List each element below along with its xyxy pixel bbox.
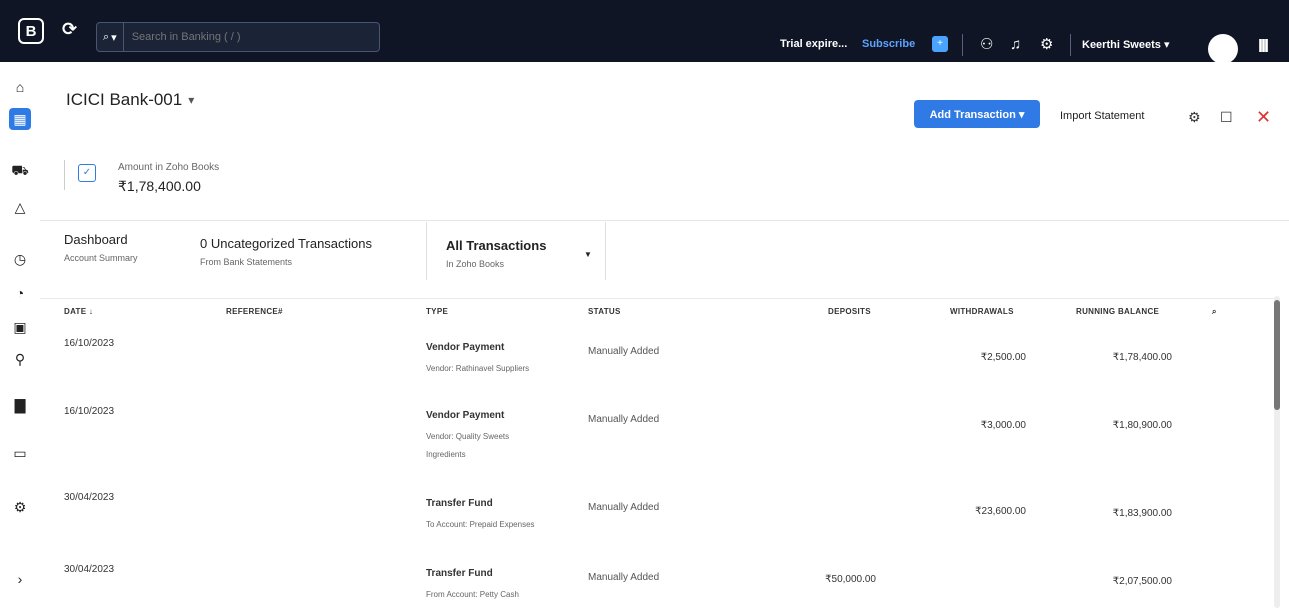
quick-create-icon[interactable]: + xyxy=(932,36,948,52)
col-withdrawals[interactable]: WITHDRAWALS xyxy=(950,307,1014,316)
row-type[interactable]: Transfer Fund xyxy=(426,568,493,579)
home-icon[interactable]: ⌂ xyxy=(9,76,31,98)
col-running-balance[interactable]: RUNNING BALANCE xyxy=(1076,307,1159,316)
row-type[interactable]: Transfer Fund xyxy=(426,498,493,509)
gear-icon[interactable]: ⚙ xyxy=(1040,37,1053,53)
bank-icon[interactable]: ▦ xyxy=(9,108,31,130)
tab-label: Dashboard xyxy=(64,232,128,247)
row-date: 16/10/2023 xyxy=(64,338,115,349)
top-bar: B ⟳ ⌕ ▾ Trial expire... Subscribe + ⚇ ♫ … xyxy=(0,0,1289,64)
apps-grid-icon[interactable]: III xyxy=(1258,36,1269,57)
search-icon[interactable]: ⌕ xyxy=(1212,307,1217,317)
row-sub: To Account: Prepaid Expenses xyxy=(426,520,535,529)
purchases-icon[interactable]: △ xyxy=(9,196,31,218)
scrollbar-thumb[interactable] xyxy=(1274,300,1280,410)
row-withdrawal: ₹3,000.00 xyxy=(980,420,1026,431)
org-name: Keerthi Sweets xyxy=(1082,39,1161,51)
row-type[interactable]: Vendor Payment xyxy=(426,342,504,353)
app-logo[interactable]: B xyxy=(18,18,44,44)
row-balance: ₹1,78,400.00 xyxy=(1112,352,1172,363)
divider xyxy=(40,220,1289,221)
row-withdrawal: ₹2,500.00 xyxy=(980,352,1026,363)
tab-label: 0 Uncategorized Transactions xyxy=(200,236,372,251)
row-sub: Vendor: Quality Sweets xyxy=(426,432,510,441)
search-filter[interactable]: ⌕ ▾ xyxy=(97,23,124,51)
accountant-icon[interactable]: ◔ xyxy=(9,282,31,304)
row-date: 30/04/2023 xyxy=(64,492,115,503)
row-sub: From Account: Petty Cash xyxy=(426,590,519,599)
time-icon[interactable]: ◷ xyxy=(9,248,31,270)
chevron-down-icon[interactable]: ▼ xyxy=(584,250,592,259)
folder-icon[interactable]: ▭ xyxy=(9,442,31,464)
divider xyxy=(1070,34,1071,56)
tab-label: All Transactions xyxy=(446,238,547,253)
account-switcher[interactable]: ICICI Bank-001 ▾ xyxy=(66,90,194,110)
col-reference[interactable]: REFERENCE# xyxy=(226,307,283,316)
left-rail: ⌂ ▦ ⛟ △ ◷ ◔ ▣ ⚲ ▇ ▭ ⚙ › xyxy=(0,62,40,608)
row-balance: ₹2,07,500.00 xyxy=(1112,576,1172,587)
documents-icon[interactable]: ▣ xyxy=(9,316,31,338)
col-deposits[interactable]: DEPOSITS xyxy=(828,307,871,316)
col-date-label: DATE xyxy=(64,307,87,316)
chevron-right-icon[interactable]: › xyxy=(9,568,31,590)
users-icon[interactable]: ⚇ xyxy=(980,37,993,53)
reports-icon[interactable]: ▇ xyxy=(9,394,31,416)
row-date: 30/04/2023 xyxy=(64,564,115,575)
expand-icon[interactable]: ☐ xyxy=(1220,109,1233,126)
tab-sub: In Zoho Books xyxy=(446,259,505,269)
cart-icon[interactable]: ⛟ xyxy=(9,160,31,182)
org-switcher[interactable]: Keerthi Sweets ▾ xyxy=(1082,38,1169,51)
config-icon[interactable]: ⚙ xyxy=(9,496,31,518)
page-title: ICICI Bank-001 xyxy=(66,90,183,109)
chevron-down-icon: ▾ xyxy=(1163,39,1170,51)
tab-uncategorized[interactable]: 0 Uncategorized Transactions From Bank S… xyxy=(200,236,372,267)
row-balance: ₹1,80,900.00 xyxy=(1112,420,1172,431)
import-statement-button[interactable]: Import Statement xyxy=(1060,110,1144,122)
search-icon: ⌕ xyxy=(103,30,110,43)
col-date[interactable]: DATE ↓ xyxy=(64,307,93,316)
sort-icon: ↓ xyxy=(88,307,94,316)
col-type[interactable]: TYPE xyxy=(426,307,448,316)
close-icon[interactable]: ✕ xyxy=(1256,107,1271,128)
row-balance: ₹1,83,900.00 xyxy=(1112,508,1172,519)
divider xyxy=(64,160,65,190)
row-status: Manually Added xyxy=(588,502,660,513)
chevron-down-icon: ▾ xyxy=(188,93,195,107)
search-box[interactable]: ⌕ ▾ xyxy=(96,22,380,52)
row-deposit: ₹50,000.00 xyxy=(825,574,876,585)
tab-all-transactions[interactable]: All Transactions In Zoho Books xyxy=(446,238,546,269)
refresh-icon[interactable]: ⟳ xyxy=(62,19,77,40)
row-status: Manually Added xyxy=(588,346,660,357)
row-date: 16/10/2023 xyxy=(64,406,115,417)
row-withdrawal: ₹23,600.00 xyxy=(975,506,1026,517)
add-transaction-button[interactable]: Add Transaction ▾ xyxy=(914,100,1040,128)
chevron-down-icon: ▾ xyxy=(111,31,117,44)
row-sub: Vendor: Rathinavel Suppliers xyxy=(426,364,530,373)
tab-sub: Account Summary xyxy=(64,253,138,263)
gear-icon[interactable]: ⚙ xyxy=(1188,109,1201,126)
contacts-icon[interactable]: ⚲ xyxy=(9,348,31,370)
row-status: Manually Added xyxy=(588,414,660,425)
tab-sub: From Bank Statements xyxy=(200,257,293,267)
subscribe-link[interactable]: Subscribe xyxy=(862,38,915,50)
bell-icon[interactable]: ♫ xyxy=(1010,37,1021,53)
trial-text[interactable]: Trial expire... xyxy=(780,38,847,50)
avatar[interactable] xyxy=(1208,34,1238,64)
divider xyxy=(962,34,963,56)
books-icon: ✓ xyxy=(78,164,96,182)
tab-dashboard[interactable]: Dashboard Account Summary xyxy=(64,232,138,263)
add-transaction-label: Add Transaction xyxy=(929,108,1016,121)
amount-value: ₹1,78,400.00 xyxy=(118,178,201,194)
amount-label: Amount in Zoho Books xyxy=(118,162,220,173)
row-status: Manually Added xyxy=(588,572,660,583)
divider xyxy=(40,298,1280,299)
search-input[interactable] xyxy=(123,31,344,43)
col-status[interactable]: STATUS xyxy=(588,307,621,316)
row-type[interactable]: Vendor Payment xyxy=(426,410,504,421)
row-sub: Ingredients xyxy=(426,450,466,459)
